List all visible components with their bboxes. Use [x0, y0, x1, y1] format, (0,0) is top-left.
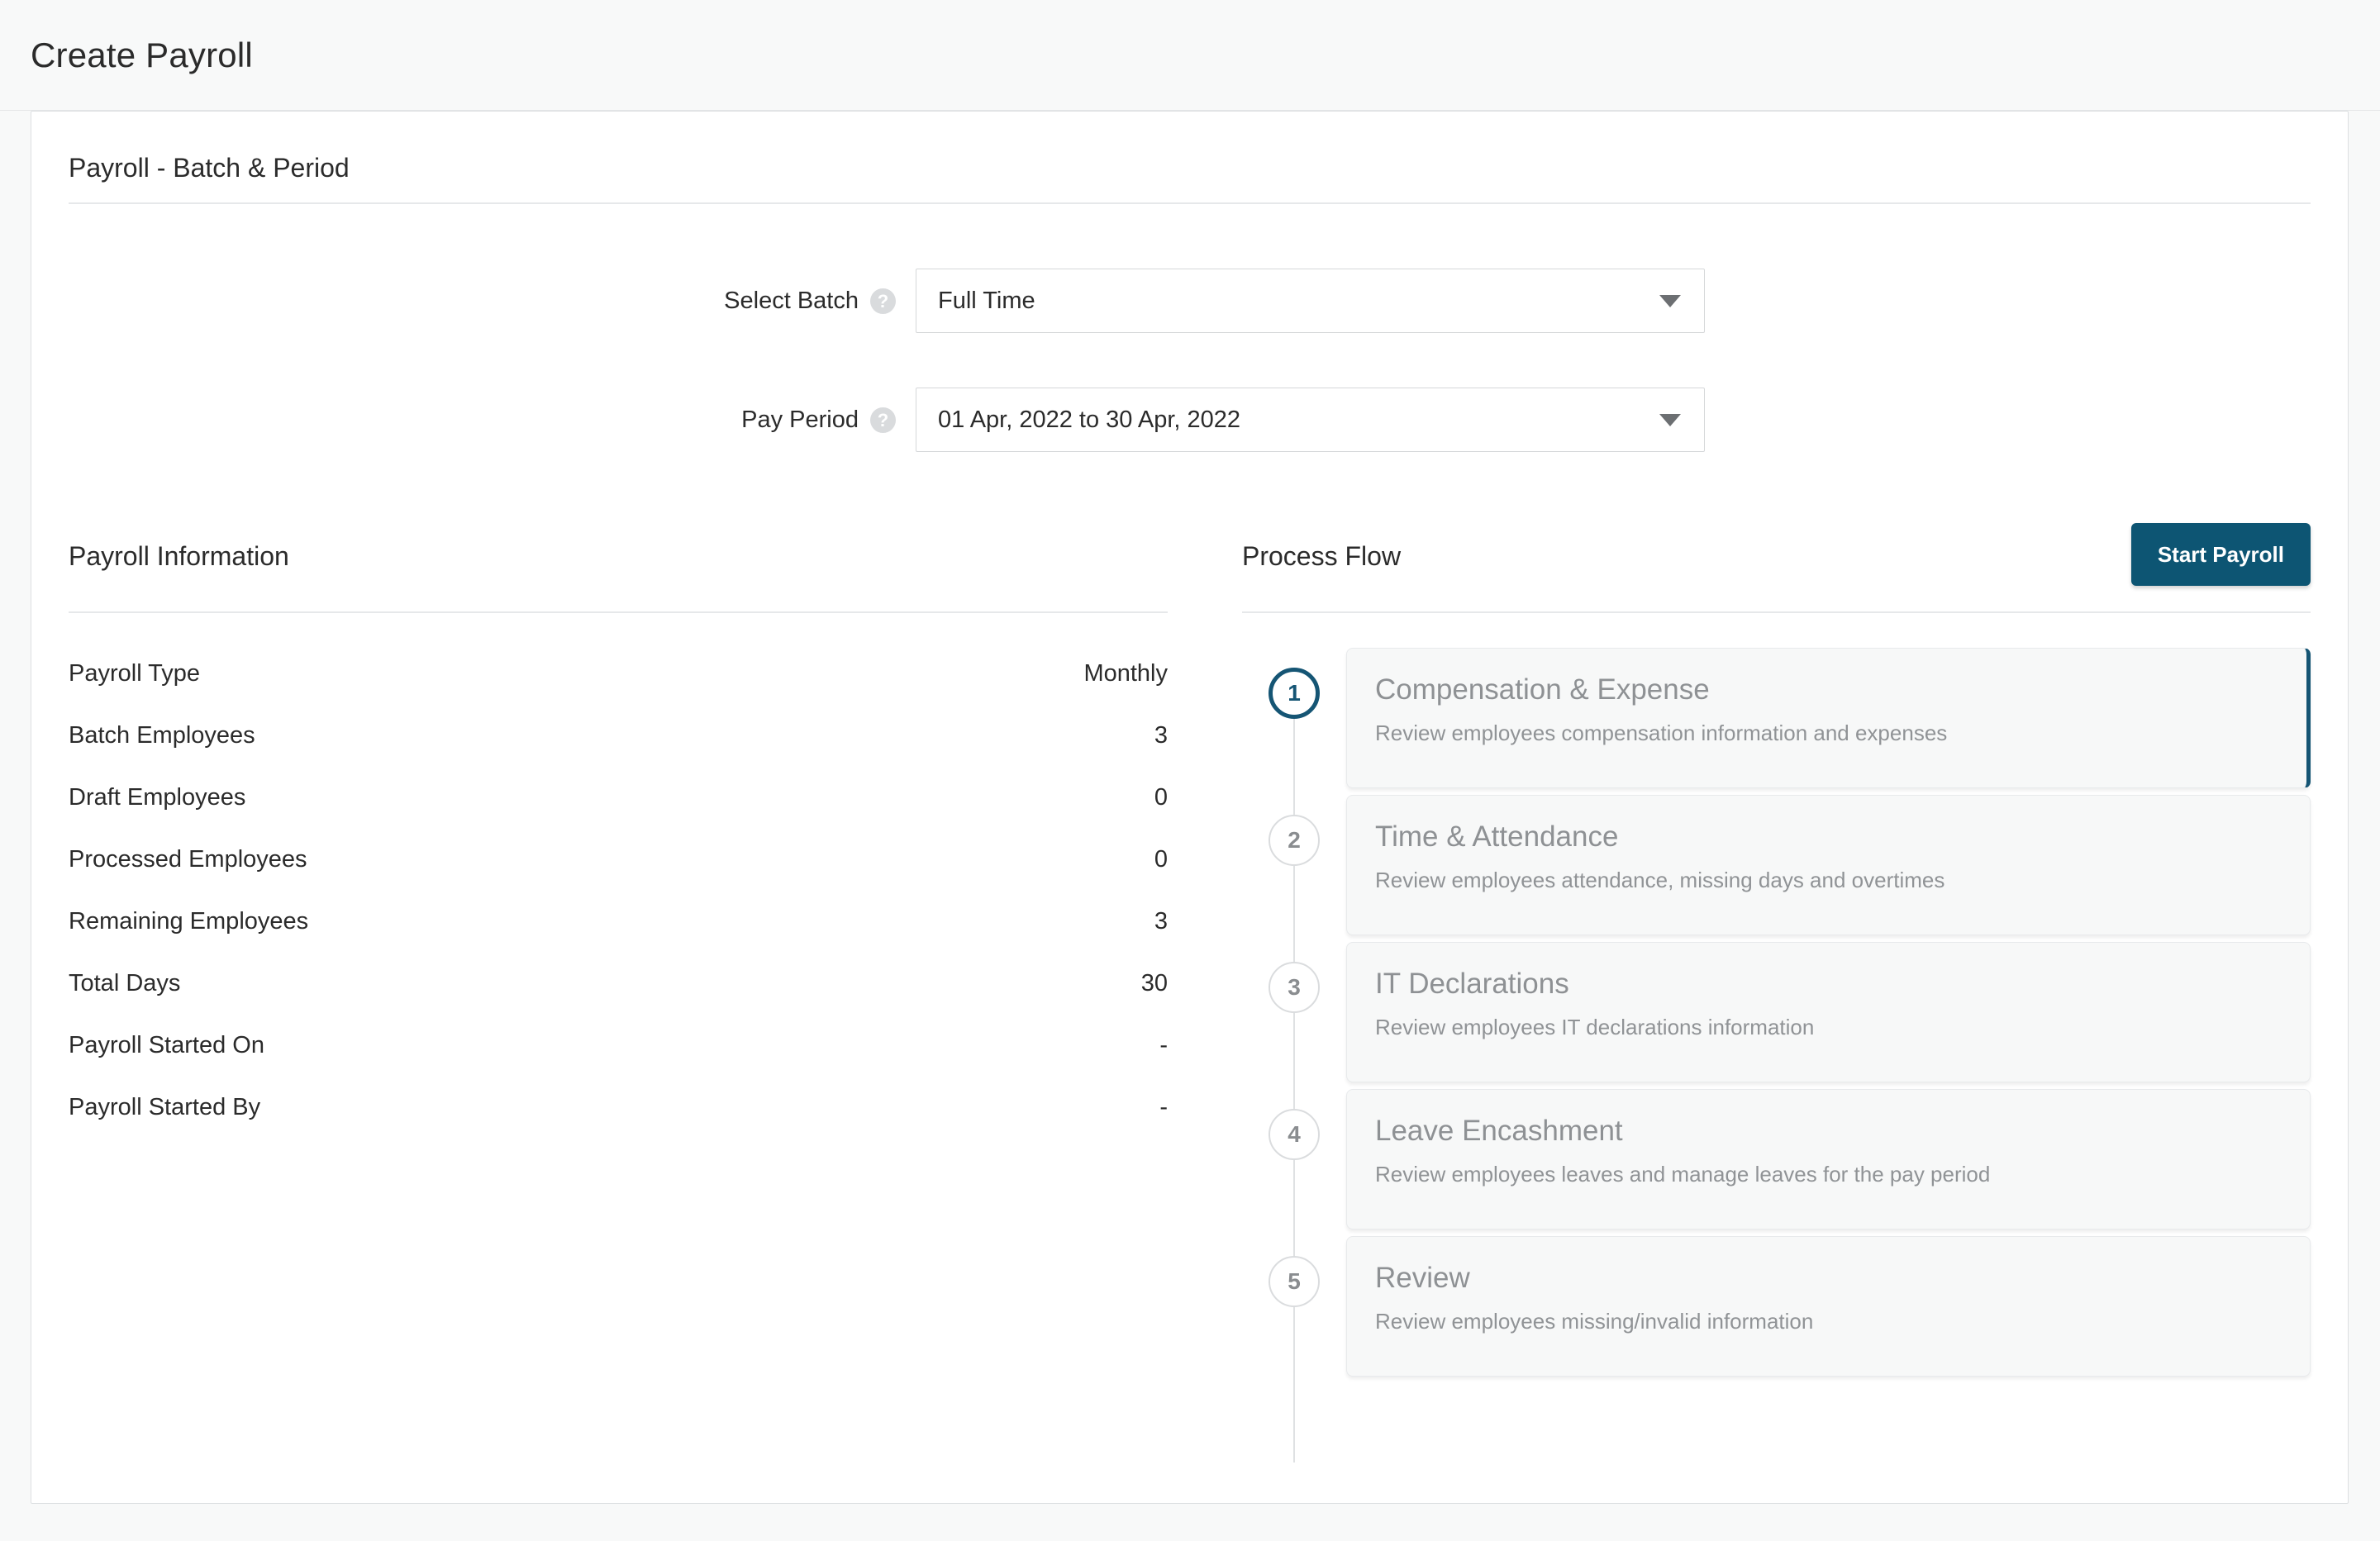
payroll-information-header: Payroll Information — [69, 533, 1168, 611]
payroll-info-value: 3 — [1154, 908, 1168, 935]
select-batch-row: Select Batch ? Full Time — [31, 269, 1705, 333]
process-flow-column: Process Flow Start Payroll 1 Compensation… — [1242, 523, 2311, 1463]
payroll-info-key: Total Days — [69, 970, 181, 996]
chevron-down-icon[interactable] — [1659, 413, 1681, 426]
select-batch-label: Select Batch — [724, 287, 859, 314]
pay-period-value: 01 Apr, 2022 to 30 Apr, 2022 — [938, 406, 1241, 433]
pay-period-row: Pay Period ? 01 Apr, 2022 to 30 Apr, 202… — [31, 388, 1705, 452]
batch-period-divider — [69, 202, 2311, 204]
payroll-info-value: 3 — [1154, 722, 1168, 749]
step-card[interactable]: Compensation & Expense Review employees c… — [1346, 648, 2311, 788]
page-header: Create Payroll — [0, 0, 2380, 111]
process-flow-title: Process Flow — [1242, 541, 1402, 571]
payroll-info-row: Total Days 30 — [69, 953, 1168, 1015]
select-batch-label-wrap: Select Batch ? — [31, 288, 916, 315]
step-title: IT Declarations — [1375, 968, 1569, 1000]
payroll-information-divider — [69, 611, 1168, 613]
payroll-info-key: Remaining Employees — [69, 908, 309, 935]
payroll-info-value: 0 — [1154, 846, 1168, 873]
payroll-info-value: 0 — [1154, 784, 1168, 811]
payroll-information-column: Payroll Information Payroll Type Monthly B… — [69, 533, 1168, 1139]
chevron-down-icon[interactable] — [1659, 294, 1681, 307]
step-card[interactable]: Leave Encashment Review employees leaves … — [1346, 1089, 2311, 1229]
step-card[interactable]: IT Declarations Review employees IT decla… — [1346, 942, 2311, 1082]
step-marker: 1 — [1242, 648, 1346, 719]
step-description: Review employees leaves and manage leave… — [1375, 1161, 1991, 1187]
pay-period-label-wrap: Pay Period ? — [31, 407, 916, 434]
step-marker: 3 — [1242, 942, 1346, 1013]
page-title: Create Payroll — [31, 35, 253, 74]
step-number-circle: 3 — [1269, 962, 1320, 1013]
process-flow-step[interactable]: 5 Review Review employees missing/invalid … — [1242, 1236, 2311, 1377]
payroll-info-value: - — [1159, 1094, 1168, 1120]
payroll-info-row: Payroll Type Monthly — [69, 643, 1168, 705]
payroll-info-row: Batch Employees 3 — [69, 705, 1168, 767]
payroll-info-key: Payroll Type — [69, 660, 201, 687]
payroll-info-value: - — [1159, 1032, 1168, 1058]
payroll-information-title: Payroll Information — [69, 541, 289, 571]
step-card[interactable]: Time & Attendance Review employees attend… — [1346, 795, 2311, 935]
create-payroll-card: Payroll - Batch & Period Select Batch ? … — [31, 111, 2349, 1504]
process-flow-step[interactable]: 3 IT Declarations Review employees IT decl… — [1242, 942, 2311, 1082]
process-flow-divider — [1242, 611, 2311, 613]
pay-period-dropdown[interactable]: 01 Apr, 2022 to 30 Apr, 2022 — [916, 388, 1705, 452]
step-description: Review employees compensation informatio… — [1375, 720, 1948, 745]
step-marker: 2 — [1242, 795, 1346, 866]
help-circle-icon[interactable]: ? — [870, 288, 896, 314]
step-number-circle: 4 — [1269, 1109, 1320, 1160]
select-batch-value: Full Time — [938, 287, 1035, 314]
process-flow-step[interactable]: 2 Time & Attendance Review employees atten… — [1242, 795, 2311, 935]
pay-period-label: Pay Period — [741, 406, 859, 433]
payroll-info-key: Batch Employees — [69, 722, 255, 749]
step-description: Review employees IT declarations informa… — [1375, 1014, 1815, 1039]
payroll-info-value: Monthly — [1083, 660, 1168, 687]
payroll-info-row: Remaining Employees 3 — [69, 891, 1168, 953]
payroll-info-row: Payroll Started On - — [69, 1015, 1168, 1077]
step-marker: 5 — [1242, 1236, 1346, 1307]
step-number-circle: 2 — [1269, 815, 1320, 866]
step-title: Leave Encashment — [1375, 1115, 1623, 1147]
payroll-information-table: Payroll Type Monthly Batch Employees 3 Draft… — [69, 643, 1168, 1139]
process-flow-step[interactable]: 4 Leave Encashment Review employees leaves… — [1242, 1089, 2311, 1229]
step-title: Review — [1375, 1262, 1470, 1294]
payroll-info-key: Draft Employees — [69, 784, 246, 811]
step-title: Compensation & Expense — [1375, 673, 1710, 706]
step-description: Review employees attendance, missing day… — [1375, 867, 1945, 892]
step-number-circle: 1 — [1269, 668, 1320, 719]
help-circle-icon[interactable]: ? — [870, 407, 896, 433]
payroll-info-value: 30 — [1140, 970, 1168, 996]
step-number-circle: 5 — [1269, 1256, 1320, 1307]
batch-period-section-title: Payroll - Batch & Period — [69, 153, 350, 183]
payroll-info-row: Payroll Started By - — [69, 1077, 1168, 1139]
step-title: Time & Attendance — [1375, 820, 1619, 853]
payroll-info-key: Payroll Started On — [69, 1032, 264, 1058]
select-batch-dropdown[interactable]: Full Time — [916, 269, 1705, 333]
payroll-info-row: Processed Employees 0 — [69, 829, 1168, 891]
start-payroll-button[interactable]: Start Payroll — [2130, 523, 2311, 586]
payroll-info-key: Processed Employees — [69, 846, 307, 873]
process-flow-steps: 1 Compensation & Expense Review employees … — [1242, 648, 2311, 1463]
step-description: Review employees missing/invalid informa… — [1375, 1308, 1814, 1334]
payroll-info-key: Payroll Started By — [69, 1094, 261, 1120]
payroll-info-row: Draft Employees 0 — [69, 767, 1168, 829]
step-card[interactable]: Review Review employees missing/invalid i… — [1346, 1236, 2311, 1377]
step-marker: 4 — [1242, 1089, 1346, 1160]
process-flow-header: Process Flow Start Payroll — [1242, 523, 2311, 611]
process-flow-step[interactable]: 1 Compensation & Expense Review employees … — [1242, 648, 2311, 788]
